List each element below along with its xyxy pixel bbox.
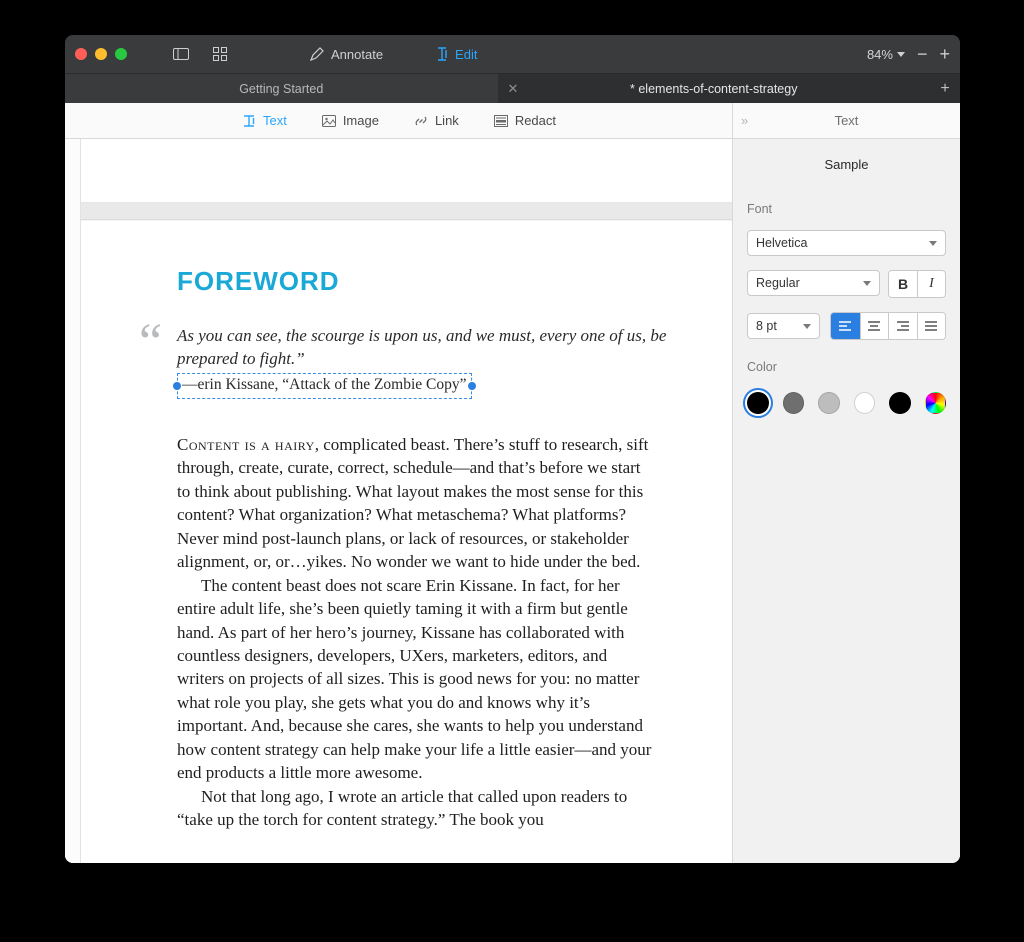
zoom-value: 84%: [867, 47, 893, 62]
app-window: Annotate Edit 84% − + Gettin: [65, 35, 960, 863]
zoom-in-button[interactable]: +: [939, 45, 950, 63]
sidebar-icon: [173, 48, 189, 60]
font-style-value: Regular: [756, 276, 800, 290]
epigraph-text: As you can see, the scourge is upon us, …: [177, 325, 678, 371]
attribution-title: “Attack of the Zombie Copy”: [282, 376, 466, 393]
lead-smallcaps: Content is a hairy: [177, 435, 315, 454]
grid-view-button[interactable]: [205, 44, 235, 64]
edit-toolbar: Text Image Link: [65, 103, 960, 139]
sidebar-toggle-button[interactable]: [165, 45, 197, 63]
paragraph-2: The content beast does not scare Erin Ki…: [177, 574, 657, 785]
zoom-dropdown[interactable]: 84%: [867, 47, 905, 62]
text-align-group: [830, 312, 946, 340]
color-picker-button[interactable]: [925, 392, 947, 414]
color-swatch-white[interactable]: [854, 392, 876, 414]
tab-label: Getting Started: [239, 82, 323, 96]
edit-label: Edit: [455, 47, 477, 62]
chevron-down-icon: [929, 241, 937, 246]
image-tool-button[interactable]: Image: [315, 109, 385, 133]
zoom-window-button[interactable]: [115, 48, 127, 60]
tab-close-button[interactable]: ✕: [508, 81, 519, 97]
window-controls: [75, 48, 127, 60]
tab-getting-started[interactable]: Getting Started: [65, 74, 498, 103]
align-justify-button[interactable]: [917, 313, 946, 339]
font-family-value: Helvetica: [756, 236, 807, 250]
bold-italic-group: B I: [888, 270, 946, 298]
chevron-down-icon: [803, 324, 811, 329]
italic-button[interactable]: I: [917, 271, 945, 297]
page-gutter: [65, 139, 81, 863]
page-gap: [81, 139, 732, 203]
font-family-select[interactable]: Helvetica: [747, 230, 946, 256]
minimize-window-button[interactable]: [95, 48, 107, 60]
color-swatch-black-2[interactable]: [889, 392, 911, 414]
color-section-label: Color: [747, 360, 946, 374]
tool-label: Redact: [515, 113, 556, 128]
document-viewport[interactable]: FOREWORD “ As you can see, the scourge i…: [65, 139, 732, 863]
font-size-value: 8 pt: [756, 319, 777, 333]
link-icon: [413, 113, 429, 129]
selected-text-box[interactable]: —erin Kissane, “Attack of the Zombie Cop…: [177, 373, 472, 399]
align-right-button[interactable]: [888, 313, 917, 339]
edit-mode-button[interactable]: Edit: [427, 43, 485, 65]
annotate-label: Annotate: [331, 47, 383, 62]
titlebar: Annotate Edit 84% − +: [65, 35, 960, 73]
text-tool-button[interactable]: Text: [235, 109, 293, 133]
color-swatch-black[interactable]: [747, 392, 769, 414]
inspector-title: Text: [835, 113, 859, 128]
grid-icon: [213, 47, 227, 61]
epigraph: “ As you can see, the scourge is upon us…: [177, 325, 678, 399]
collapse-panel-button[interactable]: »: [741, 113, 748, 128]
tab-elements-of-content-strategy[interactable]: ✕ * elements-of-content-strategy: [498, 74, 931, 103]
zoom-out-button[interactable]: −: [917, 45, 928, 63]
inspector-header: » Text: [732, 103, 960, 138]
pen-icon: [309, 46, 325, 62]
body-text: Content is a hairy, complicated beast. T…: [177, 433, 657, 832]
text-inspector-panel: Sample Font Helvetica Regular B I: [732, 139, 960, 863]
font-size-select[interactable]: 8 pt: [747, 313, 820, 339]
open-quote-icon: “: [139, 313, 162, 372]
redact-icon: [493, 113, 509, 129]
font-style-select[interactable]: Regular: [747, 270, 880, 296]
tool-label: Link: [435, 113, 459, 128]
color-swatch-lightgray[interactable]: [818, 392, 840, 414]
link-tool-button[interactable]: Link: [407, 109, 465, 133]
chevron-down-icon: [897, 52, 905, 57]
align-center-button[interactable]: [860, 313, 889, 339]
tool-label: Image: [343, 113, 379, 128]
chevron-down-icon: [863, 281, 871, 286]
text-tool-icon: [241, 113, 257, 129]
tool-label: Text: [263, 113, 287, 128]
lead-rest: , complicated beast. There’s stuff to re…: [177, 435, 648, 571]
tab-label: * elements-of-content-strategy: [630, 82, 797, 96]
align-left-button[interactable]: [831, 313, 859, 339]
attribution-author: —erin Kissane,: [182, 376, 282, 393]
document-tabs: Getting Started ✕ * elements-of-content-…: [65, 73, 960, 103]
annotate-mode-button[interactable]: Annotate: [301, 43, 391, 65]
image-icon: [321, 113, 337, 129]
color-swatches: [747, 388, 946, 414]
color-swatch-gray[interactable]: [783, 392, 805, 414]
chapter-title: FOREWORD: [177, 266, 678, 297]
text-cursor-icon: [435, 46, 449, 62]
font-section-label: Font: [747, 202, 946, 216]
bold-button[interactable]: B: [889, 271, 917, 297]
close-window-button[interactable]: [75, 48, 87, 60]
paragraph-3: Not that long ago, I wrote an article th…: [177, 785, 657, 832]
redact-tool-button[interactable]: Redact: [487, 109, 562, 133]
new-tab-button[interactable]: +: [930, 74, 960, 103]
sample-preview: Sample: [747, 151, 946, 182]
document-page: FOREWORD “ As you can see, the scourge i…: [81, 219, 732, 863]
